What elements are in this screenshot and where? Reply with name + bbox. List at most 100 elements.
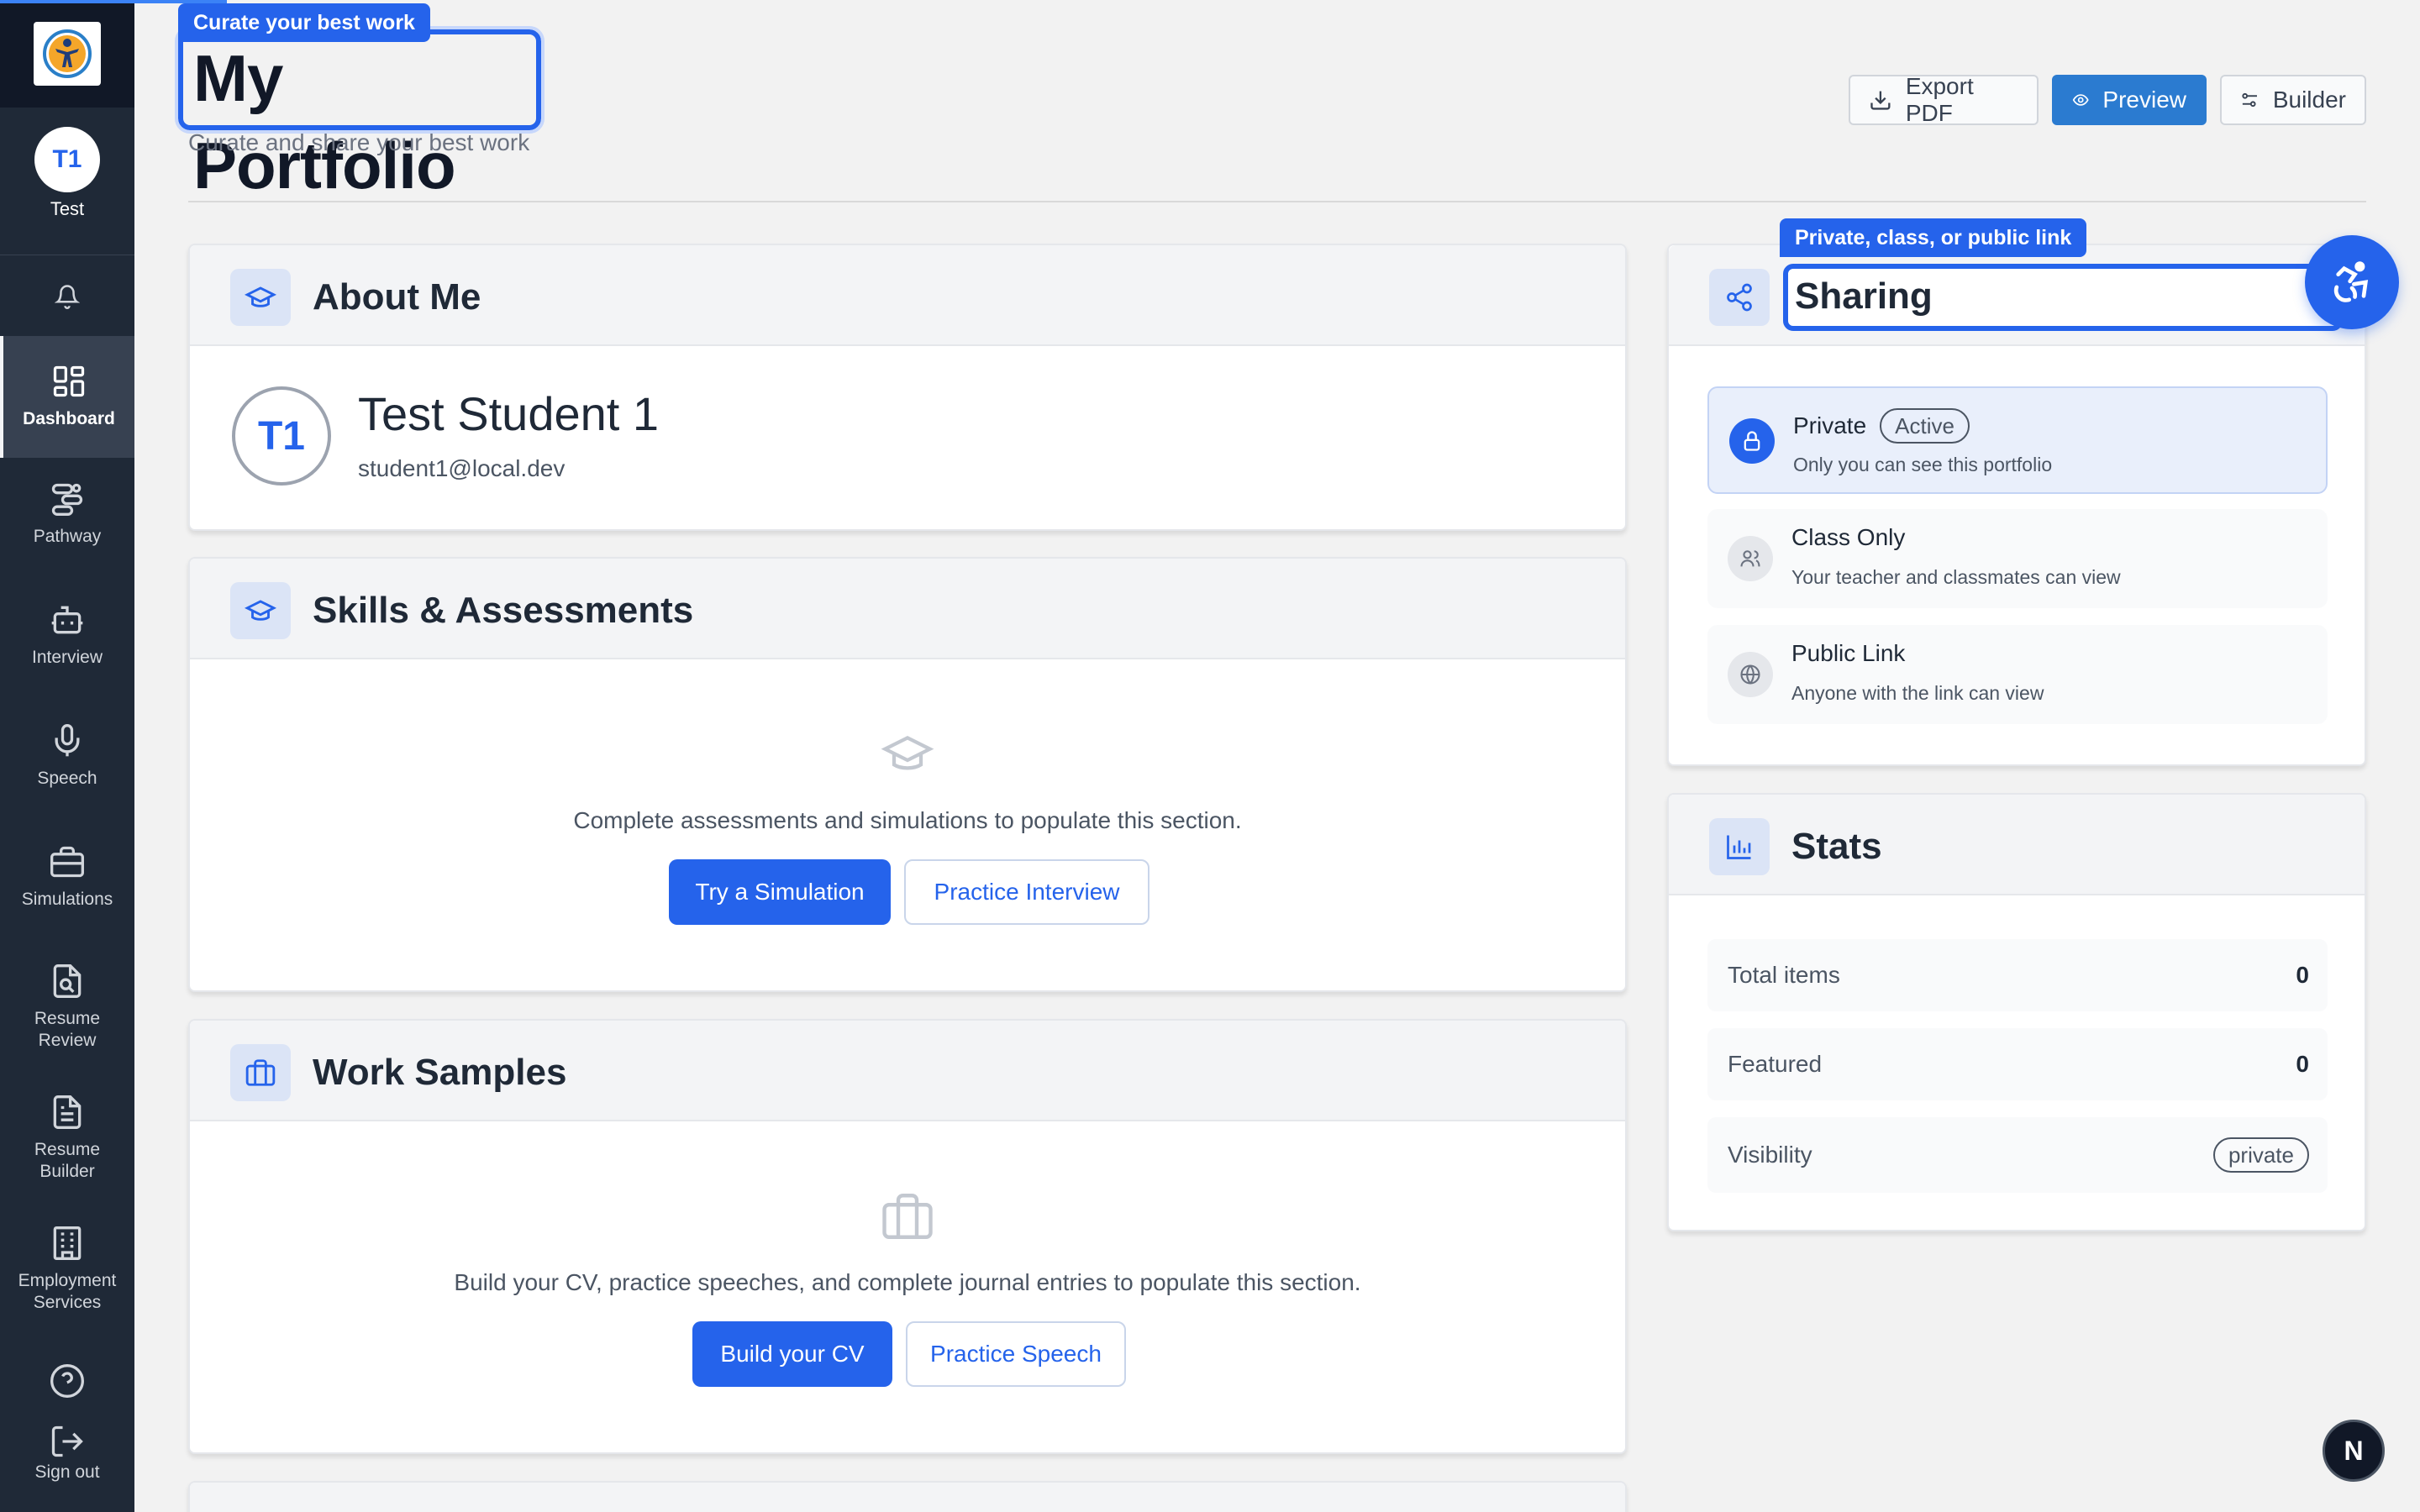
sidebar-item-simulations[interactable]: Simulations [0,843,134,911]
option-description: Only you can see this portfolio [1793,454,2053,475]
lock-icon [1729,418,1775,464]
card-title: Work Samples [313,1052,567,1093]
microphone-icon [55,724,80,757]
dashboard-icon [53,365,85,397]
option-title: Private [1793,412,1867,438]
student-name: Test Student 1 [358,387,660,440]
download-icon [1870,91,1891,110]
status-badge: Active [1880,408,1970,444]
briefcase-icon [50,846,84,878]
sidebar: T1 Test Dashboard Pathway Interview Spee… [0,0,227,1512]
sidebar-profile[interactable]: T1 Test [0,108,134,255]
card-header: Work Samples [190,1021,1625,1121]
sidebar-item-label: Resume Builder [34,1140,101,1181]
sidebar-item-label: Pathway [33,527,102,546]
accessibility-button[interactable] [2305,235,2399,329]
student-email: student1@local.dev [358,455,566,481]
empty-state-text: Build your CV, practice speeches, and co… [454,1269,1361,1295]
option-title: Public Link [1791,640,1906,666]
sidebar-item-dashboard[interactable]: Dashboard [0,336,134,458]
notifications-button[interactable] [0,256,134,336]
file-search-icon [53,964,82,998]
sidebar-item-pathway[interactable]: Pathway [0,480,134,548]
sharing-card: Sharing Private Active Only you can see … [1667,244,2366,766]
file-text-icon [53,1095,82,1129]
option-description: Anyone with the link can view [1791,682,2044,704]
page-title: My Portfolio [175,26,544,202]
card-title: About Me [313,276,481,318]
bell-icon [55,284,80,309]
card-header: Skills & Assessments [190,559,1625,659]
stat-value: 0 [2296,962,2309,988]
work-samples-card: Work Samples Build your CV, practice spe… [188,1019,1627,1454]
option-title: Class Only [1791,524,1906,550]
graduation-cap-icon [230,269,291,326]
graduation-cap-icon [230,582,291,639]
export-pdf-label: Export PDF [1905,73,1974,126]
sharing-tooltip: Private, class, or public link [1780,218,2087,257]
preview-label: Preview [2102,87,2186,113]
stat-label: Featured [1728,1051,1823,1077]
stat-label: Visibility [1728,1142,1812,1168]
sliders-icon [2242,92,2257,108]
stat-row-visibility: Visibility private [1707,1117,2328,1193]
card-header: Sharing [1669,245,2365,346]
help-button[interactable] [0,1362,134,1408]
sidebar-item-speech[interactable]: Speech [0,722,134,790]
help-circle-icon [50,1364,84,1398]
export-pdf-button[interactable]: Export PDF [1849,73,2039,126]
try-simulation-button[interactable]: Try a Simulation [669,859,891,925]
card-header: About Me [190,245,1625,346]
sidebar-item-label: Speech [37,769,97,788]
globe-icon [1728,652,1773,697]
stat-label: Total items [1728,962,1840,988]
builder-label: Builder [2272,87,2346,113]
briefcase-icon [230,1044,291,1101]
practice-speech-button[interactable]: Practice Speech [906,1321,1126,1387]
bar-chart-icon [1709,818,1770,875]
skills-assessments-card: Skills & Assessments Complete assessment… [188,557,1627,992]
stats-card: Stats Total items 0 Featured 0 Visibilit… [1667,793,2366,1231]
sidebar-item-interview[interactable]: Interview [0,601,134,669]
practice-interview-button[interactable]: Practice Interview [904,859,1150,925]
sidebar-item-label: Resume Review [34,1009,101,1050]
sidebar-item-employment-services[interactable]: Employment Services [0,1225,134,1314]
card-title: Stats [1791,826,1882,867]
stat-row-total-items: Total items 0 [1707,939,2328,1011]
sidebar-item-resume-review[interactable]: Resume Review [0,963,134,1052]
sidebar-item-resume-builder[interactable]: Resume Builder [0,1094,134,1183]
avatar: T1 [34,127,100,192]
top-progress-bar [0,0,227,3]
builder-button[interactable]: Builder [2220,75,2366,125]
logo-area [0,0,134,108]
preview-button[interactable]: Preview [2052,75,2207,125]
sharing-option-public-link[interactable]: Public Link Anyone with the link can vie… [1707,625,2328,724]
student-avatar: T1 [232,386,331,486]
card-title: Sharing [1783,264,2343,331]
card-header: Stats [1669,795,2365,895]
about-me-card: About Me T1 Test Student 1 student1@loca… [188,244,1627,531]
graduation-cap-icon [881,727,934,785]
sharing-option-private[interactable]: Private Active Only you can see this por… [1707,386,2328,494]
accessibility-logo-icon [43,29,92,78]
page-subtitle: Curate and share your best work [188,129,530,155]
profile-name: Test [50,198,85,219]
visibility-badge: private [2212,1137,2309,1173]
sidebar-item-label: Interview [31,648,103,667]
stat-row-featured: Featured 0 [1707,1028,2328,1100]
users-icon [1728,536,1773,581]
build-cv-button[interactable]: Build your CV [692,1321,892,1387]
empty-state-text: Complete assessments and simulations to … [573,807,1242,833]
log-out-icon [51,1425,83,1457]
robot-icon [51,606,83,634]
briefcase-icon [880,1189,935,1248]
sign-out-button[interactable]: Sign out [0,1423,134,1483]
sidebar-item-label: Simulations [21,890,113,909]
card-title: Skills & Assessments [313,590,694,631]
app-logo[interactable] [34,22,101,86]
sharing-option-class-only[interactable]: Class Only Your teacher and classmates c… [1707,509,2328,608]
dev-tools-badge[interactable]: N [2323,1420,2385,1482]
stat-value: 0 [2296,1051,2309,1077]
about-body: T1 Test Student 1 student1@local.dev [190,346,1625,529]
accessibility-icon [2333,261,2369,302]
